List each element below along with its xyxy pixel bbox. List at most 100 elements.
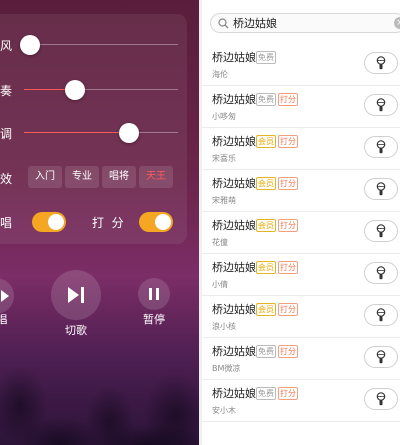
sing-button[interactable]: [364, 304, 398, 326]
song-tags: 免费 打分: [256, 345, 298, 358]
slider-label: 风: [0, 39, 13, 53]
song-title: 桥边姑娘: [212, 93, 256, 106]
search-input[interactable]: 桥边姑娘 ×: [210, 13, 400, 33]
song-title: 桥边姑娘: [212, 387, 256, 400]
song-artist: 小哆匆: [212, 112, 236, 121]
microphone-icon: [376, 266, 386, 280]
slider-track[interactable]: [24, 132, 178, 133]
sing-button[interactable]: [364, 346, 398, 368]
clear-icon[interactable]: ×: [394, 17, 400, 29]
sing-button[interactable]: [364, 136, 398, 158]
song-tag-badge: 打分: [278, 261, 298, 274]
song-artist: 小倩: [212, 280, 228, 289]
song-list-item[interactable]: 桥边姑娘 会员 打分浪小核: [202, 296, 400, 338]
song-artist: 宋雅萌: [212, 196, 236, 205]
slider-label: 调: [0, 127, 13, 141]
song-tags: 免费: [256, 51, 276, 64]
song-tag-badge: 会员: [256, 177, 276, 190]
microphone-icon: [376, 224, 386, 238]
slider-track[interactable]: [24, 44, 178, 45]
song-list-item[interactable]: 桥边姑娘 免费 打分 BM微凉: [202, 338, 400, 380]
song-search-panel: 桥边姑娘 × 桥边姑娘 免费 海伦 桥边姑娘 免费 打分 小哆匆 桥边姑娘 会员 打分 宋喜乐 桥边姑…: [202, 0, 400, 445]
song-list: 桥边姑娘 免费 海伦 桥边姑娘 免费 打分 小哆匆 桥边姑娘 会员 打分 宋喜乐 桥边姑娘 会员 打分 宋雅…: [202, 44, 400, 422]
song-title: 桥边姑娘: [212, 51, 256, 64]
song-list-item[interactable]: 桥边姑娘 会员 打分宋雅萌: [202, 170, 400, 212]
pause-icon: [149, 288, 159, 300]
effects-label: 效: [0, 172, 13, 186]
song-tag-badge: 免费: [256, 387, 276, 400]
song-tag-badge: 免费: [256, 345, 276, 358]
song-title: 桥边姑娘: [212, 135, 256, 148]
search-icon: [218, 18, 229, 29]
song-artist: 安小木: [212, 406, 236, 415]
control-label: 暂停: [143, 313, 165, 326]
search-query[interactable]: 桥边姑娘: [233, 16, 277, 31]
slider-knob[interactable]: [118, 123, 139, 143]
song-tags: 免费 打分: [256, 93, 298, 106]
microphone-icon: [376, 98, 386, 112]
slider-knob[interactable]: [64, 80, 85, 100]
song-tag-badge: 会员: [256, 303, 276, 316]
control-label: 唱: [0, 313, 8, 326]
song-artist: 宋喜乐: [212, 154, 236, 163]
effect-option-button-selected[interactable]: 天王: [139, 166, 173, 188]
microphone-icon: [376, 392, 386, 406]
song-tag-badge: 会员: [256, 261, 276, 274]
song-title: 桥边姑娘: [212, 177, 256, 190]
song-tag-badge: 打分: [278, 387, 298, 400]
effect-option-button[interactable]: 专业: [65, 166, 99, 188]
control-label: 切歌: [65, 324, 87, 337]
sing-button[interactable]: [364, 178, 398, 200]
song-artist: 海伦: [212, 70, 228, 79]
sing-button[interactable]: [364, 262, 398, 284]
song-list-item[interactable]: 桥边姑娘 免费 打分小哆匆: [202, 86, 400, 128]
microphone-icon: [376, 140, 386, 154]
song-tag-badge: 免费: [256, 93, 276, 106]
slider-label: 奏: [0, 84, 13, 98]
microphone-icon: [376, 182, 386, 196]
score-toggle[interactable]: [139, 212, 173, 232]
song-tags: 会员 打分: [256, 135, 298, 148]
song-tag-badge: 会员: [256, 135, 276, 148]
song-artist: BM微凉: [212, 364, 241, 373]
song-tags: 会员 打分: [256, 219, 298, 232]
sing-button[interactable]: [364, 220, 398, 242]
song-tag-badge: 打分: [278, 219, 298, 232]
sing-button[interactable]: [364, 52, 398, 74]
microphone-icon: [376, 350, 386, 364]
pause-button[interactable]: [138, 278, 170, 310]
song-artist: 浪小核: [212, 322, 236, 331]
song-list-item[interactable]: 桥边姑娘 会员 打分小倩: [202, 254, 400, 296]
effect-option-button[interactable]: 唱将: [102, 166, 136, 188]
guide-vocal-toggle[interactable]: [32, 212, 66, 232]
song-title: 桥边姑娘: [212, 261, 256, 274]
song-title: 桥边姑娘: [212, 345, 256, 358]
song-tag-badge: 打分: [278, 93, 298, 106]
song-tag-badge: 打分: [278, 135, 298, 148]
toggle-label: 打 分: [92, 216, 124, 230]
next-track-button[interactable]: [51, 270, 101, 320]
effect-option-button[interactable]: 入门: [28, 166, 62, 188]
song-list-item[interactable]: 桥边姑娘 会员 打分宋喜乐: [202, 128, 400, 170]
song-list-item[interactable]: 桥边姑娘 免费 打分安小木: [202, 380, 400, 422]
song-tags: 会员 打分: [256, 303, 298, 316]
microphone-icon: [376, 56, 386, 70]
microphone-icon: [376, 308, 386, 322]
song-tag-badge: 打分: [278, 345, 298, 358]
play-icon: [1, 290, 9, 302]
song-artist: 花僮: [212, 238, 228, 247]
song-tags: 会员 打分: [256, 177, 298, 190]
song-list-item[interactable]: 桥边姑娘 免费海伦: [202, 44, 400, 86]
toggle-label: 唱: [0, 216, 13, 230]
background-image: [0, 245, 199, 445]
song-tags: 免费 打分: [256, 387, 298, 400]
song-tag-badge: 会员: [256, 219, 276, 232]
song-tag-badge: 打分: [278, 303, 298, 316]
song-title: 桥边姑娘: [212, 303, 256, 316]
song-list-item[interactable]: 桥边姑娘 会员 打分花僮: [202, 212, 400, 254]
karaoke-control-panel: 风 奏 调 效 入门 专业 唱将 天王 唱 打 分 唱 切歌 暂停: [0, 0, 199, 445]
slider-track[interactable]: [24, 89, 178, 90]
song-title: 桥边姑娘: [212, 219, 256, 232]
sing-button[interactable]: [364, 388, 398, 410]
sing-button[interactable]: [364, 94, 398, 116]
